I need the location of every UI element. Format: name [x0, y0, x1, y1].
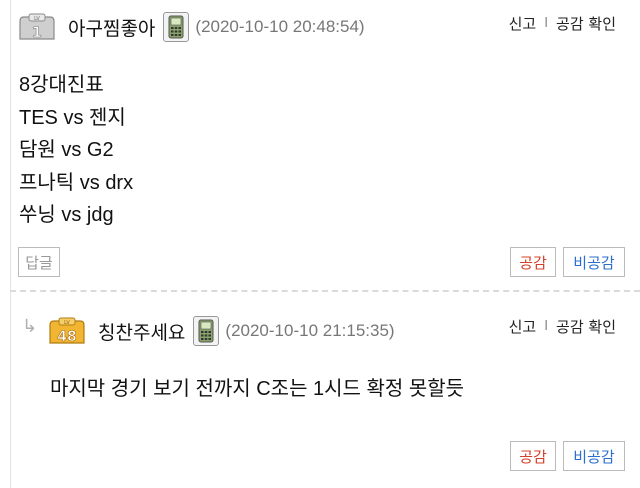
- svg-text:LV: LV: [34, 16, 40, 22]
- comment-2-body: 마지막 경기 보기 전까지 C조는 1시드 확정 못할듯: [50, 373, 464, 406]
- comment-1-body: 8강대진표 TES vs 젠지 담원 vs G2 프나틱 vs drx 쑤닝 v…: [19, 69, 133, 232]
- mobile-phone-icon: [193, 316, 220, 346]
- action-separator: I: [544, 319, 549, 334]
- comment-2-actions: 신고 I 공감 확인: [509, 316, 616, 337]
- action-separator: I: [544, 16, 549, 31]
- comment-1-nickname[interactable]: 아구찜좋아: [68, 14, 155, 41]
- level-1-badge-icon: LV 1: [18, 13, 56, 41]
- like-check-link[interactable]: 공감 확인: [556, 13, 616, 34]
- comment-1-like-button[interactable]: 공감: [510, 247, 556, 277]
- mobile-phone-icon: [163, 12, 190, 42]
- comment-1-line: TES vs 젠지: [19, 106, 126, 129]
- reply-arrow-icon: ↳: [22, 316, 38, 337]
- comment-2-nickname[interactable]: 칭찬주세요: [98, 318, 185, 345]
- comment-2-date: (2020-10-10 21:15:35): [225, 321, 395, 340]
- level-1-badge-number: 1: [32, 25, 42, 41]
- reply-button[interactable]: 답글: [18, 247, 60, 277]
- report-link[interactable]: 신고: [509, 316, 537, 337]
- comment-1-dislike-button[interactable]: 비공감: [563, 247, 625, 277]
- comment-divider: [10, 290, 640, 292]
- comment-1-line: 담원 vs G2: [19, 139, 114, 161]
- report-link[interactable]: 신고: [509, 13, 537, 34]
- level-48-badge-icon: LV 48: [48, 317, 86, 345]
- comment-1-actions: 신고 I 공감 확인: [509, 13, 616, 34]
- comment-2-dislike-button[interactable]: 비공감: [563, 441, 625, 471]
- like-check-link[interactable]: 공감 확인: [556, 316, 616, 337]
- svg-text:LV: LV: [64, 320, 70, 326]
- comment-1-line: 8강대진표: [19, 74, 104, 96]
- comment-1-date: (2020-10-10 20:48:54): [195, 17, 365, 36]
- comment-2-like-button[interactable]: 공감: [510, 441, 556, 471]
- comment-2-line: 마지막 경기 보기 전까지 C조는 1시드 확정 못할듯: [50, 378, 465, 400]
- level-48-badge-number: 48: [57, 329, 76, 345]
- comment-1-line: 프나틱 vs drx: [19, 171, 134, 194]
- comment-1-line: 쑤닝 vs jdg: [19, 204, 114, 226]
- comment-2-header: LV 48 칭찬주세요 (2020-10-10 21:15:35): [48, 314, 395, 348]
- comment-1-header: LV 1 아구찜좋아 (2020-10-10 20:48:54): [18, 10, 365, 44]
